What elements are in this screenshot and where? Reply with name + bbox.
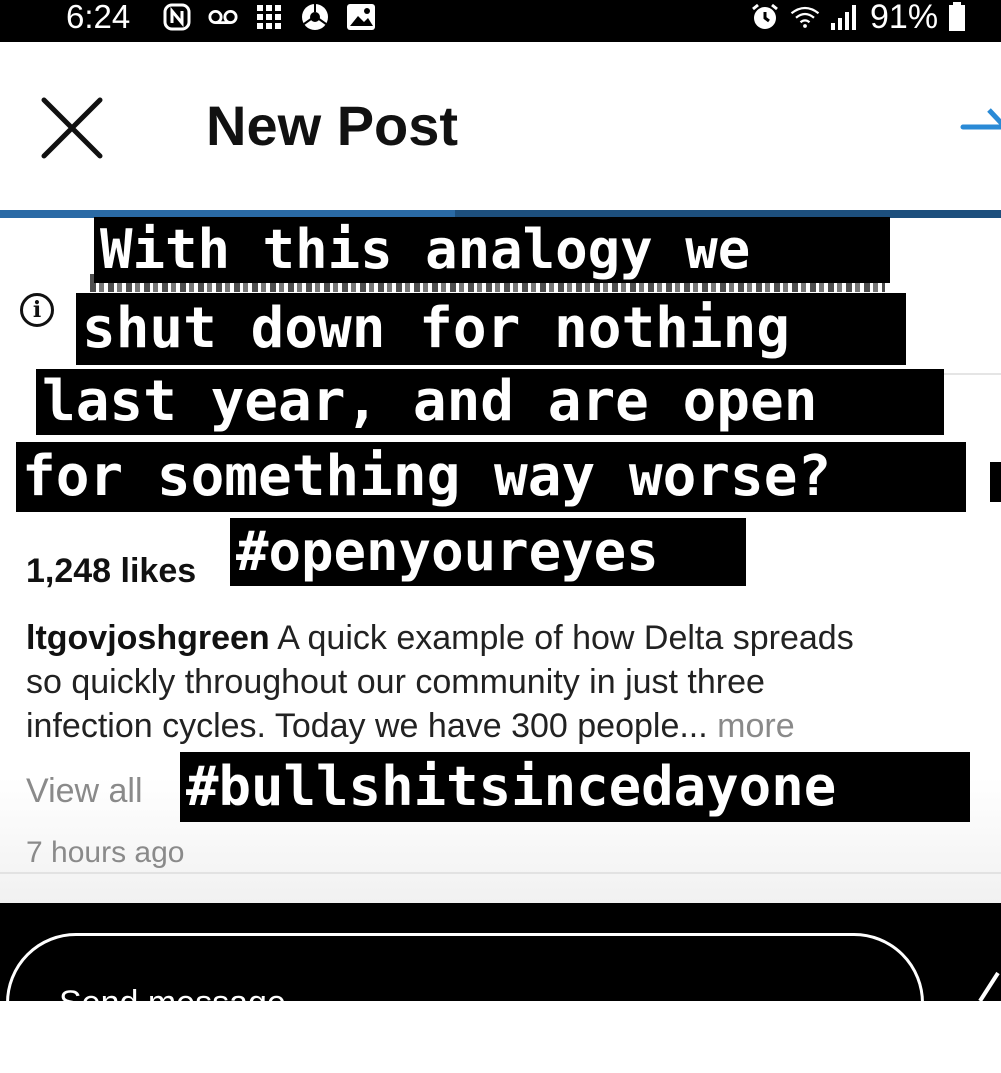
close-button[interactable] <box>36 94 106 164</box>
caption-line-3: infection cycles. Today we have 300 peop… <box>26 704 1001 748</box>
caption-line-1: ltgovjoshgreen A quick example of how De… <box>26 616 1001 660</box>
likes-count[interactable]: 1,248 likes <box>26 552 196 591</box>
post-time: 7 hours ago <box>26 836 185 869</box>
status-time: 6:24 <box>66 0 131 35</box>
overlay-hashtag-2: #bullshitsincedayone <box>180 752 970 822</box>
grid-icon <box>254 3 284 31</box>
more-link[interactable]: more <box>717 707 794 745</box>
post-caption: ltgovjoshgreen A quick example of how De… <box>26 616 1001 748</box>
arrow-right-icon <box>960 108 1001 130</box>
battery-icon <box>948 2 966 31</box>
overlay-box-fragment <box>990 462 1001 502</box>
caption-text-1: A quick example of how Delta spreads <box>269 619 854 657</box>
close-icon <box>41 97 103 159</box>
chrome-icon <box>300 3 330 31</box>
overlay-text-line-3: last year, and are open <box>36 369 944 435</box>
wifi-icon <box>790 3 820 31</box>
caption-text-3: infection cycles. Today we have 300 peop… <box>26 707 708 745</box>
image-icon <box>346 3 376 31</box>
caption-username[interactable]: ltgovjoshgreen <box>26 619 270 657</box>
status-bar: 6:24 91% <box>0 0 1001 42</box>
overlay-text-line-2: shut down for nothing <box>76 293 906 365</box>
overlay-hashtag-1: #openyoureyes <box>230 518 746 586</box>
signal-icon <box>830 3 860 31</box>
caption-line-2: so quickly throughout our community in j… <box>26 663 765 701</box>
app-header: New Post <box>0 42 1001 210</box>
n-icon <box>162 3 192 31</box>
message-bar: Send message <box>0 903 1001 1073</box>
battery-percent: 91% <box>870 0 939 36</box>
view-all-comments[interactable]: View all <box>26 772 143 811</box>
system-icons: 91% <box>750 0 966 34</box>
overlay-text-line-1: With this analogy we <box>94 217 890 283</box>
voicemail-icon <box>208 3 238 31</box>
info-icon[interactable]: i <box>20 293 54 327</box>
divider <box>0 872 1001 874</box>
page-title: New Post <box>206 94 459 157</box>
next-button[interactable] <box>955 102 1001 152</box>
message-placeholder: Send message <box>59 984 286 1022</box>
send-button[interactable] <box>978 963 1001 1003</box>
overlay-text-line-4: for something way worse? <box>16 442 966 512</box>
message-input[interactable]: Send message <box>6 933 924 1073</box>
notification-icons <box>162 2 376 32</box>
send-icon <box>978 971 1000 1003</box>
alarm-icon <box>750 3 780 31</box>
